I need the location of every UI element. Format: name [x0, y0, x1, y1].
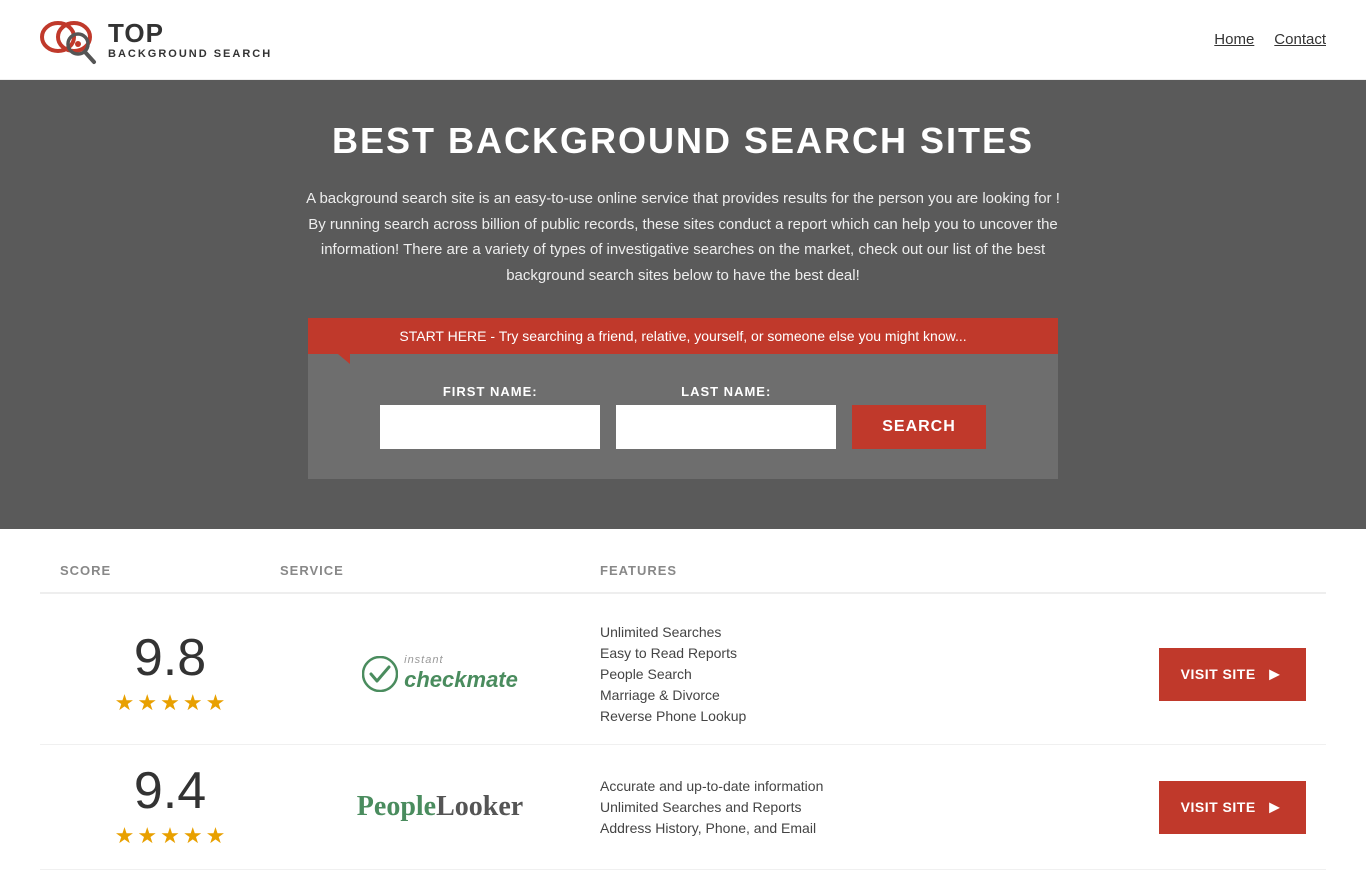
feature-2-1: Accurate and up-to-date information	[600, 778, 1159, 794]
table-header: SCORE SERVICE FEATURES	[40, 549, 1326, 594]
last-name-input[interactable]	[616, 405, 836, 449]
features-col-2: Accurate and up-to-date information Unli…	[600, 778, 1159, 836]
stars-1: ★ ★ ★ ★ ★	[115, 690, 226, 716]
first-name-input[interactable]	[380, 405, 600, 449]
nav-home[interactable]: Home	[1214, 31, 1254, 48]
results-section: SCORE SERVICE FEATURES 9.8 ★ ★ ★ ★ ★	[0, 529, 1366, 890]
star-2-2: ★	[137, 823, 157, 849]
features-col-1: Unlimited Searches Easy to Read Reports …	[600, 624, 1159, 724]
star-3: ★	[160, 690, 180, 716]
star-2-3: ★	[160, 823, 180, 849]
star-2-5-half: ★	[206, 823, 226, 849]
col-features-header: FEATURES	[600, 563, 1306, 578]
star-2-4: ★	[183, 823, 203, 849]
table-row: 9.8 ★ ★ ★ ★ ★ instant checkmate	[40, 604, 1326, 745]
score-col-1: 9.8 ★ ★ ★ ★ ★	[60, 632, 280, 716]
peoplelooker-logo: PeopleLooker	[357, 791, 523, 823]
logo-icon	[40, 12, 100, 67]
star-2: ★	[137, 690, 157, 716]
checkmate-icon	[362, 656, 398, 692]
visit-site-button-1[interactable]: VISIT SITE ►	[1159, 648, 1306, 701]
search-button[interactable]: SEARCH	[852, 405, 986, 449]
visit-col-1: VISIT SITE ►	[1159, 648, 1306, 701]
visit-col-2: VISIT SITE ►	[1159, 781, 1306, 834]
star-2-1: ★	[115, 823, 135, 849]
visit-site-button-2[interactable]: VISIT SITE ►	[1159, 781, 1306, 834]
feature-1-1: Unlimited Searches	[600, 624, 1159, 640]
feature-2-3: Address History, Phone, and Email	[600, 820, 1159, 836]
feature-1-5: Reverse Phone Lookup	[600, 708, 1159, 724]
site-header: TOP BACKGROUND SEARCH Home Contact	[0, 0, 1366, 80]
visit-arrow-icon-1: ►	[1266, 664, 1284, 685]
feature-1-2: Easy to Read Reports	[600, 645, 1159, 661]
feature-1-3: People Search	[600, 666, 1159, 682]
service-col-2: PeopleLooker	[280, 791, 600, 823]
star-1: ★	[115, 690, 135, 716]
table-row: 9.4 ★ ★ ★ ★ ★ PeopleLooker Accurate and …	[40, 745, 1326, 870]
score-number-2: 9.4	[134, 765, 206, 817]
stars-2: ★ ★ ★ ★ ★	[115, 823, 226, 849]
main-nav: Home Contact	[1214, 31, 1326, 48]
hero-description: A background search site is an easy-to-u…	[303, 186, 1063, 288]
instant-label: instant	[404, 654, 518, 667]
first-name-label: FIRST NAME:	[380, 384, 600, 399]
service-col-1: instant checkmate	[280, 654, 600, 694]
search-hint-banner: START HERE - Try searching a friend, rel…	[308, 318, 1058, 354]
score-number-1: 9.8	[134, 632, 206, 684]
score-col-2: 9.4 ★ ★ ★ ★ ★	[60, 765, 280, 849]
logo-top-text: TOP	[108, 19, 272, 48]
feature-2-2: Unlimited Searches and Reports	[600, 799, 1159, 815]
logo-text: TOP BACKGROUND SEARCH	[108, 19, 272, 60]
feature-1-4: Marriage & Divorce	[600, 687, 1159, 703]
hero-title: BEST BACKGROUND SEARCH SITES	[20, 120, 1346, 162]
search-form: FIRST NAME: LAST NAME: SEARCH	[328, 384, 1038, 449]
logo-sub-text: BACKGROUND SEARCH	[108, 48, 272, 60]
looker-text: Looker	[436, 791, 523, 822]
star-4: ★	[183, 690, 203, 716]
col-service-header: SERVICE	[280, 563, 600, 578]
col-score-header: SCORE	[60, 563, 280, 578]
last-name-label: LAST NAME:	[616, 384, 836, 399]
visit-arrow-icon-2: ►	[1266, 797, 1284, 818]
star-5-half: ★	[206, 690, 226, 716]
people-text: People	[357, 791, 436, 822]
last-name-field-group: LAST NAME:	[616, 384, 836, 449]
nav-contact[interactable]: Contact	[1274, 31, 1326, 48]
search-form-container: FIRST NAME: LAST NAME: SEARCH	[308, 354, 1058, 479]
first-name-field-group: FIRST NAME:	[380, 384, 600, 449]
hero-section: BEST BACKGROUND SEARCH SITES A backgroun…	[0, 80, 1366, 529]
logo: TOP BACKGROUND SEARCH	[40, 12, 272, 67]
checkmate-label: checkmate	[404, 667, 518, 693]
